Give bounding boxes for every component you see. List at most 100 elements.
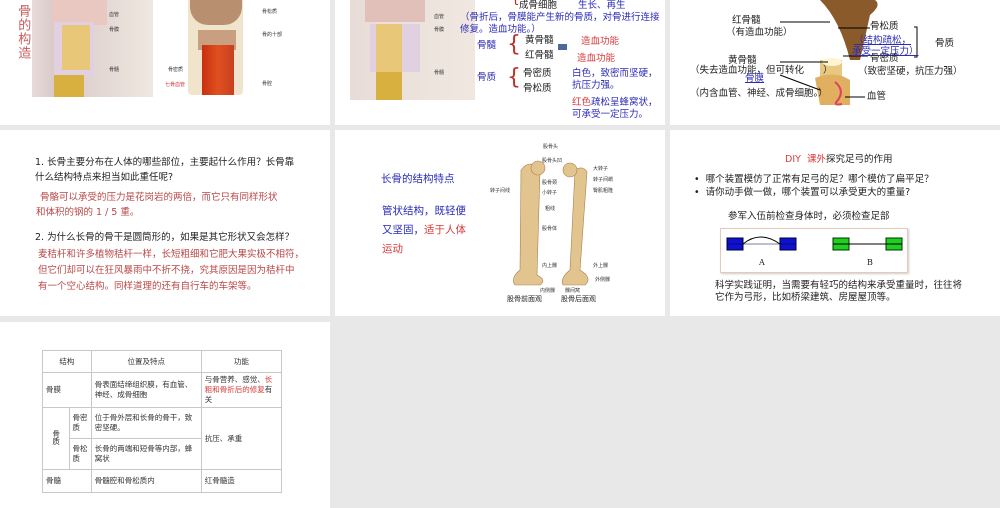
periosteum-desc: （内含血管、神经、成骨细胞。） [690, 88, 828, 99]
subtitle: 参军入伍前检查身体时，必须检查足部 [728, 211, 890, 222]
note-line: （骨折后，骨膜能产生新的骨质，对骨进行连接 [460, 12, 660, 23]
label: 骨密质 [168, 67, 184, 73]
label-a: A [759, 258, 765, 267]
red-marrow: 红骨髓 [525, 50, 554, 61]
answer-1: 骨骼可以承受的压力是花岗岩的两倍，而它只有同样形状 [40, 192, 278, 203]
bullet-item: • 请你动手做一做，哪个装置可以承受更大的重量? [694, 187, 911, 198]
brace: { [507, 65, 521, 90]
slide-thumbnail-1[interactable]: 骨的构造 血管 骨膜 骨髓 骨松质 骨的十部 骨密质 七骨血管 骨腔 [0, 0, 330, 125]
label: 股骨头 [543, 144, 559, 150]
label: 转子间线 [490, 188, 511, 194]
slide-title: DIY 课外探究足弓的作用 [785, 154, 892, 166]
cell: 抗压、承重 [200, 407, 283, 470]
periosteum: 骨膜 [745, 73, 765, 84]
cell: 骨密质 [68, 407, 92, 439]
red-marrow-fn: （有造血功能） [726, 27, 793, 38]
label: 转子间嵴 [593, 177, 614, 183]
arrow-down-icon [558, 44, 567, 50]
label: 血管 [434, 14, 445, 20]
header-cell: 功能 [200, 350, 283, 373]
slide-thumbnail-2[interactable]: 血管 骨膜 骨髓 { 成骨细胞 生长、再生 （骨折后，骨膜能产生新的骨质，对骨进… [335, 0, 665, 125]
title-text: 探究足弓的作用 [825, 154, 893, 165]
label: 骨髓 [434, 70, 445, 76]
bone-structure-image: 血管 骨膜 骨髓 [32, 0, 153, 97]
marrow-label: 骨髓 [477, 40, 497, 51]
label: 外上髁 [593, 263, 609, 269]
osteoblast-function: 生长、再生 [578, 0, 626, 11]
slide-thumbnail-3[interactable]: 红骨髓 （有造血功能） 骨松质 （结构疏松， 承受一定压力） 骨质 黄骨髓 骨密… [670, 0, 1000, 125]
caption: 股骨前面观 [507, 295, 542, 303]
cell: 红骨髓造 [200, 469, 283, 493]
marrow-function: 造血功能 [577, 53, 616, 64]
brace: { [507, 32, 521, 57]
red-marrow: 红骨髓 [732, 15, 761, 26]
arch-diagram [726, 236, 903, 251]
answer-2: 有一个空心结构。同样道理的还有自行车的车架等。 [38, 281, 257, 292]
bone-substance-label: 骨质 [477, 72, 497, 83]
yellow-marrow: 黄骨髓 [525, 35, 554, 46]
spongy-desc-text: 疏松呈蜂窝状， [591, 97, 658, 108]
compact-desc: 白色，致密而坚硬， [572, 68, 658, 79]
question-1: 1. 长骨主要分布在人体的哪些部位，主要起什么作用？长骨靠 [35, 157, 295, 168]
label: 粗线 [545, 206, 556, 212]
slide-thumbnail-4[interactable]: 1. 长骨主要分布在人体的哪些部位，主要起什么作用？长骨靠 什么结构特点来担当如… [0, 130, 330, 316]
bone-structure-image: 血管 骨膜 骨髓 [350, 0, 475, 100]
femur-diagram [779, 0, 918, 106]
answer-1: 和体积的钢的 1 / 5 重。 [36, 207, 140, 218]
label: 骨髓 [109, 67, 120, 73]
label: 股骨体 [542, 226, 558, 232]
question-2: 2. 为什么长骨的骨干是圆筒形的，如果是其它形状又会怎样？ [35, 232, 295, 243]
compact-desc: 抗压力强。 [572, 80, 620, 91]
label: 骨膜 [434, 27, 445, 33]
label: 内侧髁 [540, 288, 556, 294]
cell: 与骨营养、感觉、长粗和骨折后的修复有关 [200, 372, 283, 408]
header-cell: 位置及特点 [90, 350, 202, 373]
label: 血管 [109, 12, 120, 18]
slide-thumbnail-6[interactable]: DIY 课外探究足弓的作用 • 哪个装置模仿了正常有足弓的足？哪个模仿了扁平足？… [670, 130, 1000, 316]
spongy-desc: 可承受一定压力。 [572, 109, 649, 120]
label: 股骨头凹 [542, 158, 563, 164]
cell: 骨表面结缔组织膜，有血管、神经、成骨细胞 [90, 372, 202, 408]
question-1: 什么结构特点来担当如此重任呢? [35, 172, 174, 183]
marrow-function: 造血功能 [581, 36, 620, 47]
blood-vessel: 血管 [867, 91, 887, 102]
slide-thumbnail-7[interactable]: 结构 位置及特点 功能 骨膜 骨表面结缔组织膜，有血管、神经、成骨细胞 与骨营养… [0, 322, 330, 508]
cell: 长骨的两端和短骨等内部，蜂窝状 [90, 438, 202, 470]
label: 内上髁 [542, 263, 558, 269]
bullet-text: 请你动手做一做，哪个装置可以承受更大的重量? [705, 187, 911, 198]
cell: 骨髓腔和骨松质内 [90, 469, 202, 493]
label-b: B [867, 258, 873, 267]
bullet-text: 哪个装置模仿了正常有足弓的足？哪个模仿了扁平足？ [705, 174, 934, 185]
label: 骨腔 [262, 81, 273, 87]
cell: 骨膜 [42, 372, 92, 408]
spongy-bone: 骨松质 [870, 21, 899, 32]
table-row: 骨髓 骨髓腔和骨松质内 红骨髓造 [42, 469, 283, 493]
spongy-bone: 骨松质 [523, 83, 552, 94]
label: 外侧髁 [595, 277, 611, 283]
summary: 科学实践证明，当需要有轻巧的结构来承受重量时，往往将 [715, 280, 963, 291]
label: 骨的十部 [262, 32, 283, 38]
table-row: 骨膜 骨表面结缔组织膜，有血管、神经、成骨细胞 与骨营养、感觉、长粗和骨折后的修… [42, 372, 283, 408]
label: 臀肌粗隆 [593, 188, 614, 194]
label: 大转子 [593, 166, 609, 172]
spongy-desc: 红色疏松呈蜂窝状， [572, 97, 658, 109]
label: 股骨颈 [542, 180, 558, 186]
femur-image [513, 160, 589, 286]
summary: 它作为弓形，比如桥梁建筑、房屋屋顶等。 [715, 292, 896, 303]
cell: 骨质 [42, 407, 70, 470]
cell: 骨松质 [68, 438, 92, 470]
label: 骨松质 [262, 9, 278, 15]
compact-bone: 骨密质 [523, 68, 552, 79]
cell: 骨髓 [42, 469, 92, 493]
header-cell: 结构 [42, 350, 92, 373]
label: 髁间窝 [565, 288, 581, 294]
text: 骨质 [51, 429, 61, 445]
osteoblast: 成骨细胞 [519, 0, 558, 11]
slide-thumbnail-5[interactable]: 长骨的结构特点 管状结构，既轻便 又坚固，适于人体 运动 股骨头 股骨头凹 股骨… [335, 130, 665, 316]
bullet-item: • 哪个装置模仿了正常有足弓的足？哪个模仿了扁平足？ [694, 174, 934, 185]
bone-structure-table: 结构 位置及特点 功能 骨膜 骨表面结缔组织膜，有血管、神经、成骨细胞 与骨营养… [42, 350, 283, 493]
cell: 位于骨外层和长骨的骨干，致密坚硬。 [90, 407, 202, 439]
caption: 股骨后面观 [561, 295, 596, 303]
table-row: 骨质 骨密质 位于骨外层和长骨的骨干，致密坚硬。 抗压、承重 [42, 407, 283, 470]
label: 小转子 [542, 190, 558, 196]
